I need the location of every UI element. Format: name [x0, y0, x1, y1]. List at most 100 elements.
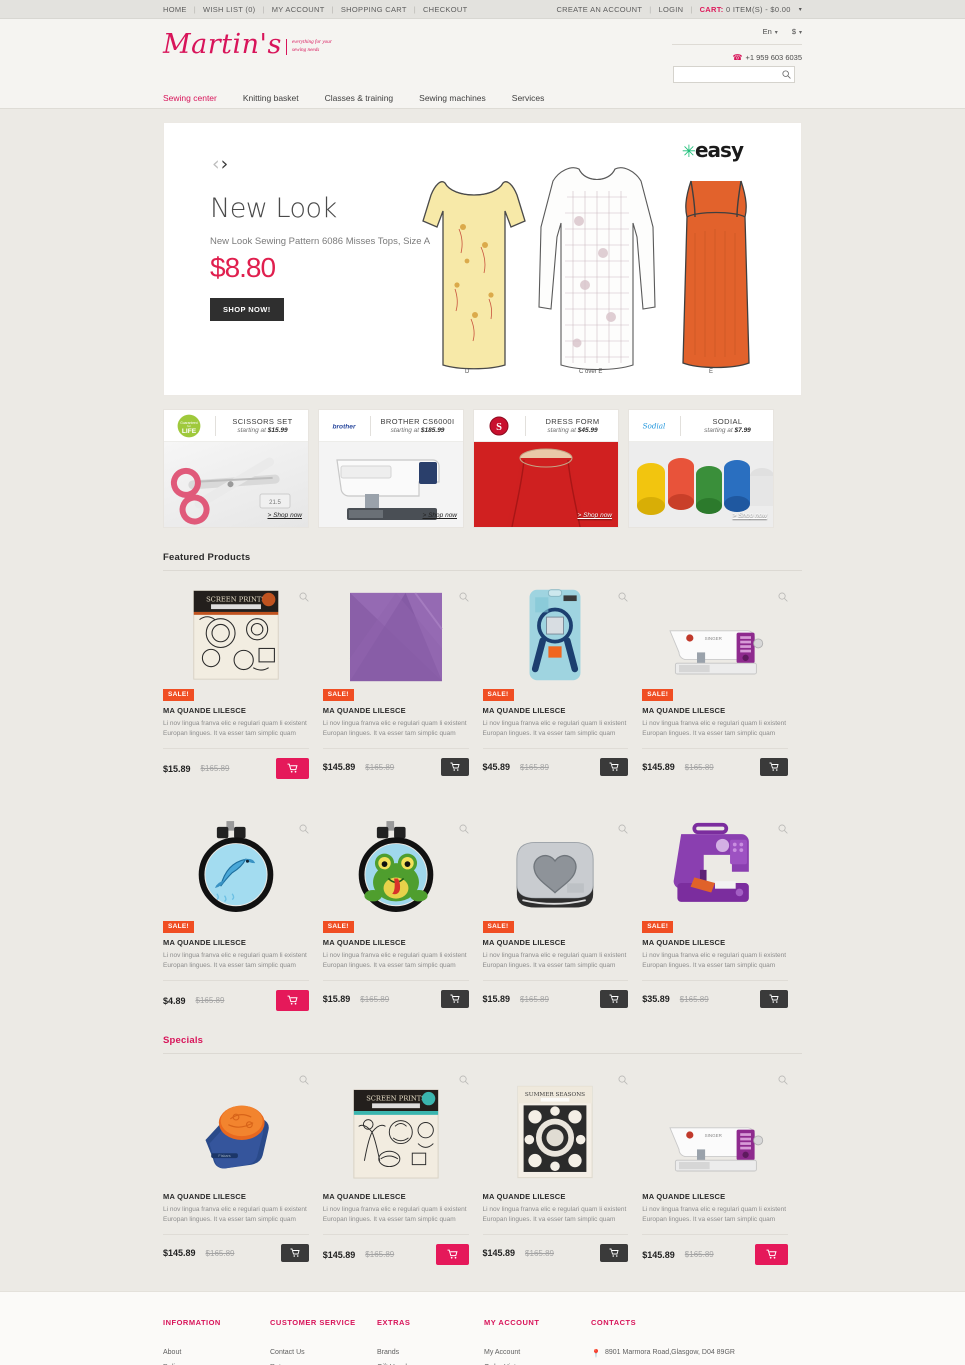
product-card[interactable]: Fiskars MA QUANDE LILESCE Li nov lingua …: [163, 1066, 323, 1265]
product-title[interactable]: MA QUANDE LILESCE: [642, 1192, 788, 1201]
product-image[interactable]: SCREEN PRINTS: [163, 583, 309, 683]
product-title[interactable]: MA QUANDE LILESCE: [323, 706, 469, 715]
product-image[interactable]: SUMMER SEASONS: [483, 1066, 629, 1180]
quick-view-icon[interactable]: [778, 1072, 788, 1090]
add-to-cart-button[interactable]: [600, 990, 629, 1009]
product-title[interactable]: MA QUANDE LILESCE: [163, 1192, 309, 1201]
product-card[interactable]: SALE! MA QUANDE LILESCE Li nov lingua fr…: [163, 815, 323, 1012]
topbar-link-checkout[interactable]: CHECKOUT: [423, 5, 468, 14]
cart-icon: [609, 994, 619, 1004]
section-title: Featured Products: [163, 552, 251, 563]
product-image[interactable]: [323, 583, 469, 683]
product-card[interactable]: SALE! MA QUANDE LILESCE Li nov lingua fr…: [482, 583, 643, 779]
add-to-cart-button[interactable]: [600, 758, 629, 777]
promo-shop-now-link[interactable]: > Shop now: [422, 512, 457, 519]
topbar-link-my-account[interactable]: MY ACCOUNT: [272, 5, 325, 14]
product-card[interactable]: SCREEN PRINTS: [163, 583, 323, 780]
quick-view-icon[interactable]: [299, 821, 309, 839]
product-image[interactable]: [483, 815, 629, 915]
product-title[interactable]: MA QUANDE LILESCE: [642, 706, 788, 715]
product-image[interactable]: [483, 583, 629, 683]
product-card[interactable]: SALE! MA QUANDE LILESCE Li nov lingua fr…: [482, 815, 643, 1011]
add-to-cart-button[interactable]: [760, 758, 788, 777]
topbar-link-home[interactable]: HOME: [163, 5, 187, 14]
slider-prev-arrow[interactable]: ‹: [212, 155, 220, 174]
create-account-link[interactable]: CREATE AN ACCOUNT: [556, 5, 642, 14]
add-to-cart-button[interactable]: [275, 990, 309, 1012]
promo-shop-now-link[interactable]: > Shop now: [577, 512, 612, 519]
promo-shop-now-link[interactable]: > Shop now: [732, 512, 767, 519]
quick-view-icon[interactable]: [618, 589, 628, 607]
add-to-cart-button[interactable]: [440, 990, 469, 1009]
product-description: Li nov lingua franva elic e regulari qua…: [482, 719, 629, 750]
quick-view-icon[interactable]: [618, 821, 628, 839]
currency-selector[interactable]: $ ▾: [792, 27, 802, 36]
footer-link-my-account[interactable]: My Account: [484, 1349, 591, 1356]
add-to-cart-button[interactable]: [440, 758, 469, 777]
add-to-cart-button[interactable]: [280, 1244, 309, 1263]
product-card[interactable]: SINGER MA QUANDE LILESCE Li nov lingua f…: [642, 1066, 802, 1266]
quick-view-icon[interactable]: [618, 1072, 628, 1090]
slider-next-arrow[interactable]: ›: [221, 155, 229, 174]
promo-tile-scissors-set[interactable]: Guaranteed for LIFE SCISSORS SET startin…: [163, 409, 309, 528]
product-image[interactable]: SINGER: [642, 1066, 788, 1180]
product-image[interactable]: SINGER: [642, 583, 788, 683]
product-title[interactable]: MA QUANDE LILESCE: [483, 1192, 629, 1201]
footer-link-brands[interactable]: Brands: [377, 1349, 484, 1356]
product-title[interactable]: MA QUANDE LILESCE: [642, 938, 788, 947]
quick-view-icon[interactable]: [778, 589, 788, 607]
search-input[interactable]: [674, 67, 778, 82]
product-title[interactable]: MA QUANDE LILESCE: [483, 938, 629, 947]
add-to-cart-button[interactable]: [435, 1244, 469, 1266]
product-card[interactable]: SINGER SALE! MA QUANDE LILESCE Li nov li…: [642, 583, 802, 779]
product-title[interactable]: MA QUANDE LILESCE: [323, 1192, 469, 1201]
add-to-cart-button[interactable]: [760, 990, 788, 1009]
nav-item-sewing-center[interactable]: Sewing center: [163, 93, 217, 103]
product-card[interactable]: SUMMER SEASONS MA QUANDE LILESCE Li nov …: [482, 1066, 643, 1265]
promo-tile-brother-cs6000i[interactable]: brother BROTHER CS6000I starting at $185…: [318, 409, 464, 528]
product-title[interactable]: MA QUANDE LILESCE: [483, 706, 629, 715]
nav-item-classes-training[interactable]: Classes & training: [325, 93, 394, 103]
language-selector[interactable]: En ▾: [763, 27, 778, 36]
product-title[interactable]: MA QUANDE LILESCE: [163, 706, 309, 715]
nav-item-sewing-machines[interactable]: Sewing machines: [419, 93, 486, 103]
promo-tile-dress-form[interactable]: S DRESS FORM starting at $45.99 > Shop n…: [473, 409, 619, 528]
product-title[interactable]: MA QUANDE LILESCE: [323, 938, 469, 947]
site-logo[interactable]: Martin's everything for your sewing need…: [163, 31, 332, 58]
chevron-down-icon[interactable]: ▾: [799, 6, 802, 13]
product-card[interactable]: SALE! MA QUANDE LILESCE Li nov lingua fr…: [642, 815, 802, 1011]
product-image[interactable]: [323, 815, 469, 915]
login-link[interactable]: LOGIN: [659, 5, 684, 14]
specials-heading: Specials: [163, 1035, 802, 1055]
footer-link-about[interactable]: About: [163, 1349, 270, 1356]
promo-tile-sodial[interactable]: Sodial SODIAL starting at $7.99 > Shop n…: [628, 409, 774, 528]
product-title[interactable]: MA QUANDE LILESCE: [163, 938, 309, 947]
product-card[interactable]: SALE! MA QUANDE LILESCE Li nov lingua fr…: [322, 815, 483, 1011]
search-button[interactable]: [778, 70, 794, 79]
nav-item-knitting-basket[interactable]: Knitting basket: [243, 93, 299, 103]
product-image[interactable]: Fiskars: [163, 1066, 309, 1180]
product-image[interactable]: SCREEN PRINTS: [323, 1066, 469, 1180]
shop-now-button[interactable]: SHOP NOW!: [210, 297, 284, 321]
topbar-link-shopping-cart[interactable]: SHOPPING CART: [341, 5, 407, 14]
quick-view-icon[interactable]: [778, 821, 788, 839]
quick-view-icon[interactable]: [459, 821, 469, 839]
product-image[interactable]: [642, 815, 788, 915]
product-image[interactable]: [163, 815, 309, 915]
promo-shop-now-link[interactable]: > Shop now: [267, 512, 302, 519]
quick-view-icon[interactable]: [299, 589, 309, 607]
contact-address: 📍 8901 Marmora Road,Glasgow, D04 89GR: [591, 1349, 791, 1358]
footer-link-contact-us[interactable]: Contact Us: [270, 1349, 377, 1356]
quick-view-icon[interactable]: [459, 1072, 469, 1090]
topbar-link-wish-list[interactable]: WISH LIST (0): [203, 5, 256, 14]
add-to-cart-button[interactable]: [755, 1244, 788, 1266]
cart-summary[interactable]: 0 ITEM(S) - $0.00: [726, 5, 791, 14]
product-card[interactable]: SALE! MA QUANDE LILESCE Li nov lingua fr…: [322, 583, 483, 779]
add-to-cart-button[interactable]: [600, 1244, 629, 1263]
add-to-cart-button[interactable]: [275, 758, 309, 780]
nav-item-services[interactable]: Services: [512, 93, 545, 103]
quick-view-icon[interactable]: [459, 589, 469, 607]
hero-slider[interactable]: ‹ › New Look New Look Sewing Pattern 608…: [163, 122, 802, 396]
quick-view-icon[interactable]: [299, 1072, 309, 1090]
product-card[interactable]: SCREEN PRINTS: [322, 1066, 483, 1266]
